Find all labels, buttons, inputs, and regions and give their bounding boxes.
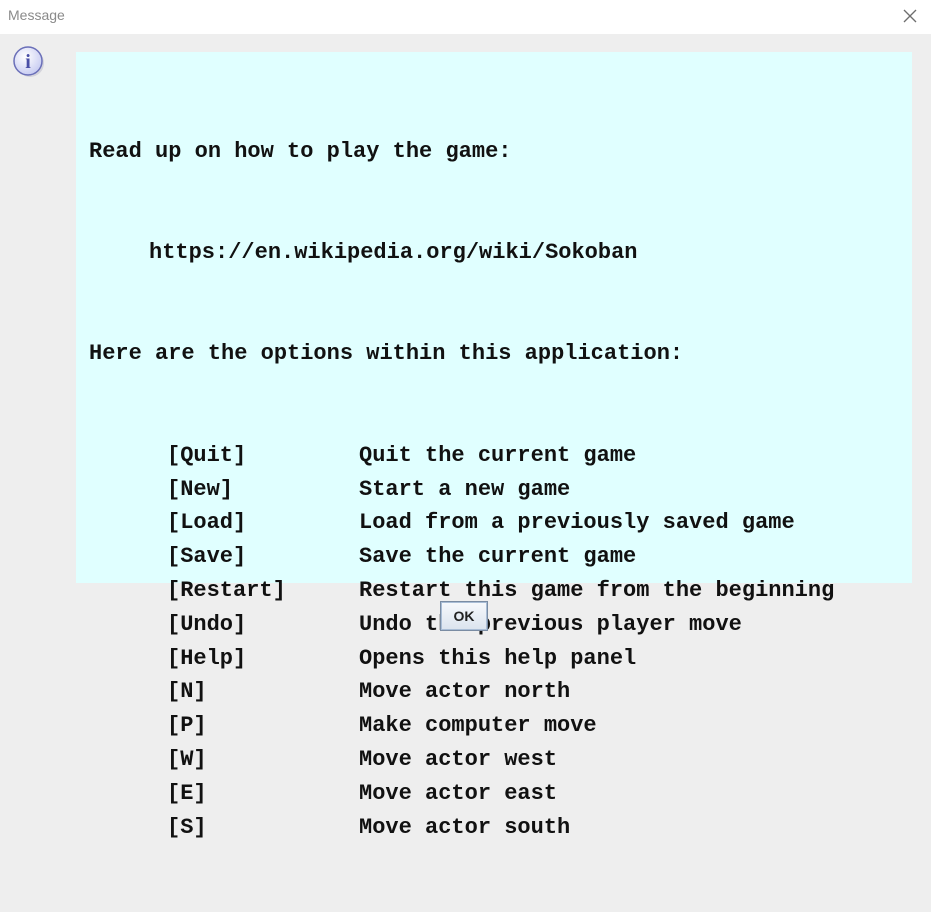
options-heading: Here are the options within this applica… [89, 341, 684, 367]
option-row: [P] Make computer move [89, 709, 834, 743]
option-key: [W] [167, 746, 207, 772]
option-description: Opens this help panel [359, 645, 637, 671]
help-text-panel: Read up on how to play the game: https:/… [76, 52, 912, 840]
option-row: [New] Start a new game [89, 473, 834, 507]
intro-line: Read up on how to play the game: [89, 138, 512, 164]
option-row: [S] Move actor south [89, 811, 834, 845]
option-key: [Quit] [167, 442, 247, 468]
info-icon: i [13, 46, 44, 77]
option-row: [Load] Load from a previously saved game [89, 506, 834, 540]
option-description: Move actor east [359, 780, 558, 806]
option-key: [S] [167, 814, 207, 840]
option-row: [N] Move actor north [89, 675, 834, 709]
close-button[interactable] [899, 5, 921, 27]
ok-button[interactable]: OK [440, 601, 488, 631]
option-row: [Save] Save the current game [89, 540, 834, 574]
option-key: [Load] [167, 510, 247, 536]
option-description: Save the current game [359, 544, 637, 570]
option-description: Move actor north [359, 679, 571, 705]
option-row: [Help] Opens this help panel [89, 642, 834, 676]
option-description: Move actor west [359, 746, 558, 772]
option-key: [Save] [167, 544, 247, 570]
sokoban-url: https://en.wikipedia.org/wiki/Sokoban [149, 239, 638, 265]
option-row: [Quit] Quit the current game [89, 439, 834, 473]
help-text: Read up on how to play the game: https:/… [89, 67, 834, 912]
close-icon [903, 9, 917, 23]
option-description: Quit the current game [359, 442, 637, 468]
option-description: Start a new game [359, 476, 571, 502]
option-description: Load from a previously saved game [359, 510, 795, 536]
window-title: Message [8, 7, 65, 23]
title-bar: Message [0, 0, 931, 34]
option-description: Move actor south [359, 814, 571, 840]
option-description: Make computer move [359, 713, 597, 739]
option-key: [Restart] [167, 577, 286, 603]
option-description: Undo the previous player move [359, 611, 742, 637]
option-key: [Help] [167, 645, 247, 671]
option-description: Restart this game from the beginning [359, 577, 835, 603]
option-key: [P] [167, 713, 207, 739]
option-row: [E] Move actor east [89, 777, 834, 811]
option-key: [E] [167, 780, 207, 806]
option-key: [Undo] [167, 611, 247, 637]
options-list: [Quit] Quit the current game [New] Start a … [89, 439, 834, 845]
option-key: [N] [167, 679, 207, 705]
svg-text:i: i [25, 51, 31, 73]
option-row: [W] Move actor west [89, 743, 834, 777]
option-key: [New] [167, 476, 234, 502]
